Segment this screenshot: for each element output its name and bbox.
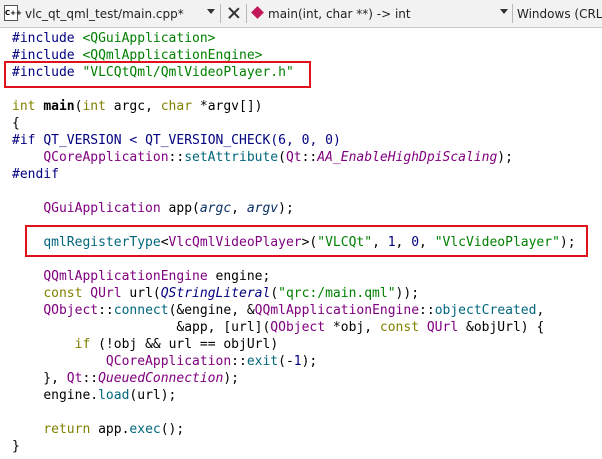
code-line-15: QQmlApplicationEngine engine;	[43, 269, 271, 284]
function-symbol-icon	[251, 6, 264, 19]
editor-toolbar: C++ vlc_qt_qml_test/main.cpp* main(int, …	[0, 0, 602, 28]
code-line-11: QGuiApplication app(argc, argv);	[43, 201, 294, 216]
code-line-7: #if QT_VERSION < QT_VERSION_CHECK(6, 0, …	[12, 133, 341, 148]
line-ending-selector[interactable]: Windows (CRLF)	[517, 0, 602, 27]
code-line-24: return app.exec();	[43, 422, 185, 437]
code-line-18: &app, [url](QObject *obj, const QUrl &ob…	[176, 320, 545, 335]
toolbar-divider	[220, 4, 221, 23]
code-line-6: {	[12, 116, 20, 131]
close-document-icon[interactable]	[226, 5, 242, 21]
code-line-9: #endif	[12, 167, 59, 182]
code-line-16: const QUrl url(QStringLiteral("qrc:/main…	[43, 286, 420, 301]
code-line-5: int main(int argc, char *argv[])	[12, 99, 263, 114]
code-line-25: }	[12, 439, 20, 454]
file-name-label: vlc_qt_qml_test/main.cpp*	[25, 6, 184, 21]
line-ending-label: Windows (CRLF)	[517, 6, 602, 21]
symbol-label: main(int, char **) -> int	[268, 6, 411, 21]
register-type-highlight-box	[25, 225, 588, 257]
file-dropdown-chevron-icon[interactable]	[207, 9, 215, 14]
symbol-selector[interactable]: main(int, char **) -> int	[268, 0, 411, 27]
file-selector[interactable]: vlc_qt_qml_test/main.cpp*	[25, 0, 184, 27]
code-line-21: }, Qt::QueuedConnection);	[12, 371, 239, 386]
cpp-file-icon: C++	[4, 5, 22, 21]
code-line-19: if (!obj && url == objUrl)	[74, 337, 279, 352]
code-line-17: QObject::connect(&engine, &QQmlApplicati…	[43, 303, 545, 318]
code-line-22: engine.load(url);	[43, 388, 177, 403]
toolbar-divider	[512, 4, 513, 23]
symbol-dropdown-chevron-icon[interactable]	[500, 9, 508, 14]
include-highlight-box	[4, 61, 311, 88]
toolbar-divider	[246, 4, 247, 23]
code-editor[interactable]: #include <QGuiApplication> #include <QQm…	[0, 28, 602, 459]
code-line-1: #include <QGuiApplication>	[12, 31, 216, 46]
code-line-8: QCoreApplication::setAttribute(Qt::AA_En…	[43, 150, 513, 165]
code-line-20: QCoreApplication::exit(-1);	[105, 354, 318, 369]
